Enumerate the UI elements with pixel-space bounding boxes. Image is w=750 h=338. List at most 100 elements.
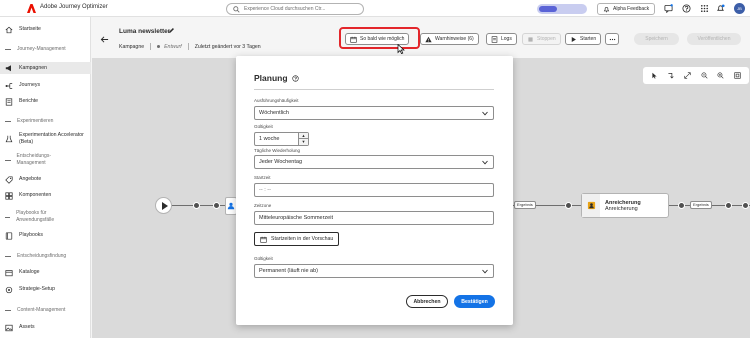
info-icon[interactable] [291, 74, 299, 82]
chevron-down-icon [482, 269, 488, 274]
campaign-title: Luma newsletter [119, 28, 171, 35]
sidebar-section-decision-management: Entscheidungs-Management [5, 153, 75, 167]
stepper-down-icon[interactable]: ▼ [299, 139, 308, 145]
timezone-label: Zeitzone [254, 203, 272, 208]
sidebar-item-campaigns[interactable]: Kampagnen [0, 62, 91, 74]
adobe-logo-icon[interactable] [27, 4, 36, 13]
sidebar-item-label: Angebote [19, 176, 42, 182]
feedback-button[interactable]: Alpha Feedback [597, 3, 656, 15]
stop-button[interactable]: Stoppen [522, 33, 561, 45]
sidebar-item-label: Komponenten [19, 192, 52, 198]
cancel-button[interactable]: Abbrechen [406, 295, 448, 308]
scheduling-dialog: Planung Ausführungshäufigkeit Wöchentlic… [236, 56, 513, 325]
canvas-toolbar [643, 67, 749, 84]
highlight-box [339, 27, 420, 49]
sidebar-item-reports[interactable]: Berichte [0, 96, 91, 107]
connect-icon[interactable] [667, 72, 675, 79]
sidebar-item-label: Journeys [19, 82, 41, 88]
playbook-icon [5, 231, 13, 240]
sidebar-item-offers[interactable]: Angebote [0, 174, 91, 185]
flow-node-dot[interactable] [193, 202, 200, 209]
publish-button[interactable]: Veröffentlichen [687, 33, 741, 45]
zoom-in-icon[interactable] [717, 72, 724, 79]
sidebar-item-strategy-setup[interactable]: Strategie-Setup [0, 284, 91, 295]
flow-node-dot[interactable] [725, 202, 732, 209]
more-options-button[interactable] [605, 33, 619, 45]
help-icon[interactable] [682, 4, 691, 13]
daily-repeat-value: Jeder Wochentag [259, 159, 303, 165]
logs-button[interactable]: Logs [486, 33, 517, 45]
validity-stepper[interactable]: 1 woche ▲ ▼ [254, 132, 309, 146]
components-icon [5, 191, 13, 200]
journey-icon [5, 82, 13, 90]
logs-button-label: Logs [501, 36, 512, 42]
sidebar-item-components[interactable]: Komponenten [0, 190, 91, 201]
user-icon [227, 202, 235, 210]
chevron-down-icon [482, 111, 488, 116]
start-time-input[interactable]: -- : -- [254, 183, 494, 197]
top-bar: Adobe Journey Optimizer Experience Cloud… [0, 0, 750, 17]
expand-icon[interactable] [684, 72, 691, 79]
home-icon [5, 26, 13, 34]
campaign-meta: Kampagne Entwurf Zuletzt geändert vor 3 … [119, 43, 261, 50]
flow-node-dot[interactable] [742, 202, 749, 209]
back-arrow-icon[interactable] [100, 35, 109, 44]
validity2-label: Gültigkeit [254, 256, 273, 261]
confirm-button[interactable]: Bestätigen [454, 295, 495, 308]
chat-icon[interactable] [664, 4, 673, 14]
sidebar-item-catalogs[interactable]: Kataloge [0, 267, 91, 278]
dialog-divider [254, 89, 494, 90]
preview-start-times-button[interactable]: Startzeiten in der Vorschau [254, 232, 340, 246]
enrichment-node[interactable]: Anreicherung Anreicherung [581, 193, 669, 218]
start-time-label: Startzeit [254, 175, 271, 180]
chevron-down-icon [482, 160, 488, 165]
avatar[interactable]: JB [734, 3, 745, 14]
last-modified: Zuletzt geändert vor 3 Tagen [194, 43, 261, 50]
result-tag: Ergebnis [690, 201, 712, 209]
sidebar-item-label: Berichte [19, 98, 39, 104]
node-subtitle: Anreicherung [605, 205, 638, 212]
fit-screen-icon[interactable] [734, 72, 741, 79]
report-icon [5, 97, 13, 106]
node-title: Anreicherung [605, 199, 641, 206]
start-button[interactable]: Starten [565, 33, 602, 45]
sidebar-item-home[interactable]: Startseite [0, 24, 91, 35]
validity-value: 1 woche [259, 136, 280, 142]
play-journey-button[interactable] [155, 197, 172, 214]
sidebar-item-journeys[interactable]: Journeys [0, 80, 91, 91]
sidebar: Startseite Journey-Management Kampagnen … [0, 17, 91, 338]
warnings-button[interactable]: Warnhinweise (6) [420, 33, 479, 45]
daily-repeat-select[interactable]: Jeder Wochentag [254, 155, 494, 169]
notifications-icon[interactable] [716, 4, 725, 13]
search-placeholder: Experience Cloud durchsuchen Ctr... [244, 6, 326, 12]
divider [150, 43, 152, 50]
stop-button-label: Stoppen [537, 36, 556, 42]
search-input[interactable]: Experience Cloud durchsuchen Ctr... [226, 3, 364, 15]
flow-node-dot[interactable] [213, 202, 220, 209]
sidebar-item-playbooks[interactable]: Playbooks [0, 230, 91, 241]
validity-duration-select[interactable]: Permanent (läuft nie ab) [254, 264, 494, 278]
frequency-select[interactable]: Wöchentlich [254, 106, 494, 120]
edit-pencil-icon[interactable] [168, 27, 175, 34]
sidebar-item-experimentation-accelerator[interactable]: Experimentation Accelerator (Beta) [0, 131, 91, 147]
zoom-out-icon[interactable] [701, 72, 708, 79]
frequency-label: Ausführungshäufigkeit [254, 98, 299, 103]
validity-label: Gültigkeit [254, 124, 273, 129]
apps-icon[interactable] [700, 4, 709, 13]
flow-node-dot[interactable] [678, 202, 685, 209]
mouse-cursor-icon [397, 44, 405, 54]
divider [187, 43, 189, 50]
timezone-value: Mitteleuropäische Sommerzeit [259, 215, 333, 221]
timezone-input[interactable]: Mitteleuropäische Sommerzeit [254, 211, 494, 225]
beaker-icon [5, 135, 13, 143]
sidebar-item-assets[interactable]: Assets [0, 322, 91, 333]
flow-node-dot[interactable] [565, 202, 572, 209]
org-switcher[interactable] [537, 4, 587, 14]
app-title[interactable]: Adobe Journey Optimizer [40, 4, 108, 10]
more-icon [609, 38, 615, 40]
dialog-title: Planung [254, 73, 299, 83]
save-button[interactable]: Speichern [634, 33, 679, 45]
sidebar-item-label: Kataloge [19, 269, 40, 275]
pointer-icon[interactable] [651, 72, 658, 79]
frequency-value: Wöchentlich [259, 110, 289, 116]
